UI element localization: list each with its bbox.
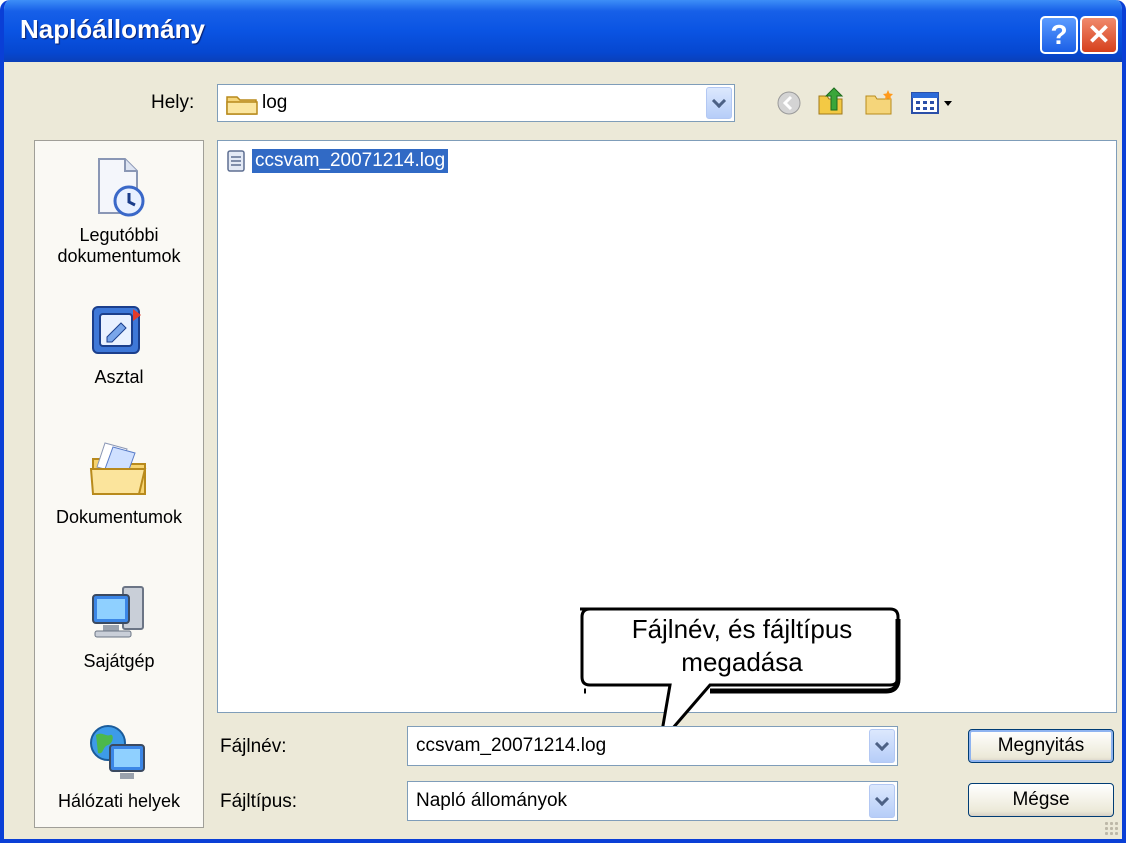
location-value: log [262, 92, 288, 113]
location-dropdown-arrow[interactable] [706, 87, 732, 119]
close-button[interactable]: ✕ [1080, 16, 1118, 54]
filetype-value: Napló állományok [416, 790, 568, 811]
filename-field[interactable]: ccsvam_20071214.log [407, 726, 898, 766]
place-label: Hálózati helyek [57, 791, 181, 811]
place-label: Sajátgép [83, 651, 155, 671]
filetype-select[interactable]: Napló állományok [407, 781, 898, 821]
recent-documents-icon [98, 158, 145, 217]
text-file-icon [227, 150, 245, 172]
desktop-icon [92, 306, 141, 354]
title-bar[interactable]: Naplóállomány ? ✕ [4, 0, 1122, 62]
filetype-label: Fájltípus: [220, 791, 298, 812]
window-title: Naplóállomány [20, 14, 205, 44]
place-label: Asztal [94, 367, 144, 387]
file-item[interactable]: ccsvam_20071214.log [226, 147, 449, 175]
place-label: Legutóbbi dokumentumok [57, 225, 181, 266]
open-button[interactable]: Megnyitás [968, 729, 1114, 763]
back-icon[interactable] [776, 90, 802, 116]
resize-grip[interactable] [1104, 821, 1118, 835]
filename-label: Fájlnév: [220, 736, 287, 757]
place-label: Dokumentumok [55, 507, 183, 527]
callout-line-2: megadása [681, 647, 803, 677]
place-desktop[interactable]: Asztal [35, 301, 203, 388]
location-label: Hely: [151, 92, 195, 113]
file-name: ccsvam_20071214.log [252, 149, 449, 173]
callout-line-1: Fájlnév, és fájltípus [631, 614, 853, 644]
place-recent-documents[interactable]: Legutóbbi dokumentumok [35, 155, 203, 267]
filename-value[interactable]: ccsvam_20071214.log [416, 735, 606, 757]
open-file-dialog: Naplóállomány ? ✕ Hely: log Legutóbbi do… [0, 0, 1126, 843]
cancel-button[interactable]: Mégse [968, 783, 1114, 817]
new-folder-icon[interactable] [864, 88, 896, 116]
up-folder-icon[interactable] [816, 86, 846, 118]
help-button[interactable]: ? [1040, 16, 1078, 54]
filetype-dropdown-arrow[interactable] [869, 784, 895, 818]
place-my-computer[interactable]: Sajátgép [35, 581, 203, 672]
place-network[interactable]: Hálózati helyek [35, 721, 203, 812]
place-my-documents[interactable]: Dokumentumok [35, 437, 203, 528]
network-places-icon [90, 725, 145, 779]
folder-icon [226, 96, 258, 115]
location-dropdown[interactable]: log [217, 84, 735, 122]
filename-dropdown-arrow[interactable] [869, 729, 895, 763]
callout-text: Fájlnév, és fájltípus megadása [592, 613, 892, 679]
views-menu-icon [911, 92, 952, 114]
views-menu-button[interactable] [910, 90, 958, 116]
places-bar: Legutóbbi dokumentumok Asztal Dokumentum… [34, 140, 204, 828]
my-documents-icon [89, 442, 147, 495]
my-computer-icon [92, 586, 144, 638]
